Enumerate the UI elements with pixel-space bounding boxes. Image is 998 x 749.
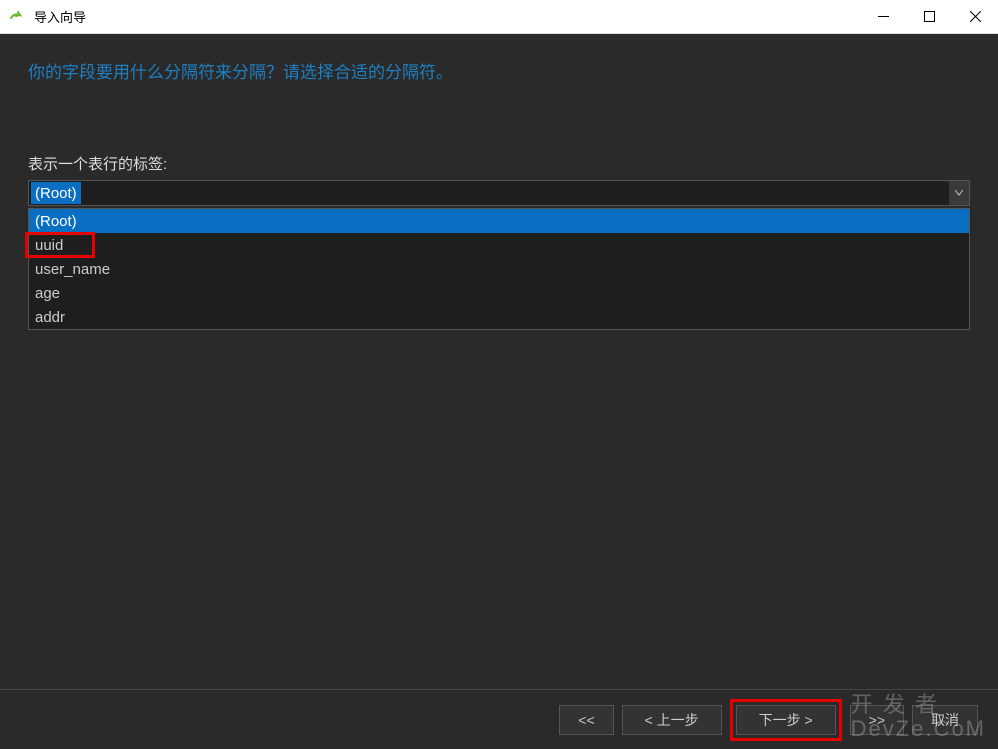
close-button[interactable] <box>952 0 998 33</box>
titlebar: 导入向导 <box>0 0 998 34</box>
cancel-button[interactable]: 取消 <box>912 705 978 735</box>
dropdown-option-age[interactable]: age <box>29 281 969 305</box>
row-tag-label: 表示一个表行的标签: <box>28 153 970 174</box>
annotation-highlight-next: 下一步 > <box>730 699 842 741</box>
maximize-button[interactable] <box>906 0 952 33</box>
wizard-content: 你的字段要用什么分隔符来分隔？请选择合适的分隔符。 表示一个表行的标签: (Ro… <box>0 34 998 689</box>
row-tag-dropdown: (Root) uuid user_name age addr <box>28 208 970 330</box>
chevron-down-icon[interactable] <box>949 181 969 205</box>
dropdown-option-uuid[interactable]: uuid <box>29 233 969 257</box>
prev-button[interactable]: < 上一步 <box>622 705 722 735</box>
last-button[interactable]: >> <box>850 705 904 735</box>
row-tag-select-wrap: (Root) (Root) uuid user_name age addr <box>28 180 970 330</box>
row-tag-select[interactable]: (Root) <box>28 180 970 206</box>
dropdown-option-user-name[interactable]: user_name <box>29 257 969 281</box>
minimize-button[interactable] <box>860 0 906 33</box>
first-button[interactable]: << <box>559 705 613 735</box>
instruction-text: 你的字段要用什么分隔符来分隔？请选择合适的分隔符。 <box>28 58 970 83</box>
window-controls <box>860 0 998 33</box>
wizard-footer: << < 上一步 下一步 > >> 取消 <box>0 689 998 749</box>
row-tag-selected-value: (Root) <box>31 182 81 204</box>
app-icon <box>8 8 26 26</box>
dropdown-option-root[interactable]: (Root) <box>29 209 969 233</box>
window-title: 导入向导 <box>34 7 86 26</box>
dropdown-option-addr[interactable]: addr <box>29 305 969 329</box>
next-button[interactable]: 下一步 > <box>736 705 836 735</box>
